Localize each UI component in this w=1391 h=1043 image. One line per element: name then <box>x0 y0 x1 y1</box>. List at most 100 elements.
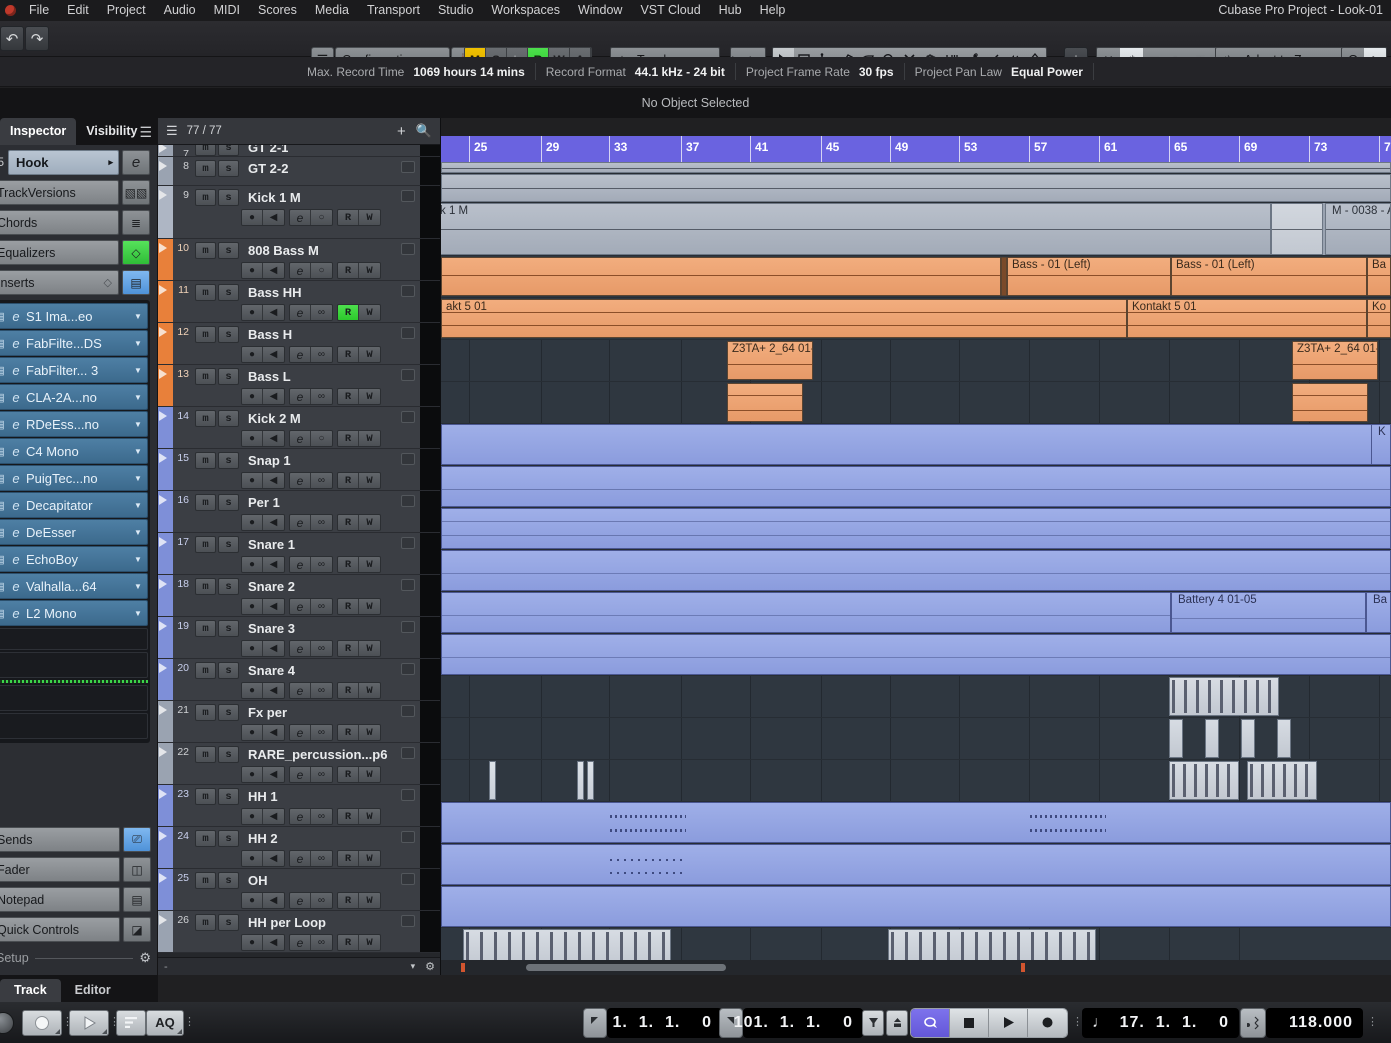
monitor-button[interactable]: ◀ <box>263 599 284 614</box>
edit-channel-button[interactable]: e <box>290 210 311 225</box>
track-lane[interactable]: Z3TA+ 2_64 01- Z3TA+ 2_64 01- <box>441 340 1391 382</box>
chevron-down-icon[interactable]: ▼ <box>129 609 147 618</box>
stereo-channel-icon[interactable]: ∞ <box>311 599 332 614</box>
track-list-icon[interactable]: ☰ <box>166 123 178 139</box>
mute-button[interactable]: m <box>195 284 216 301</box>
solo-button[interactable]: s <box>218 160 239 177</box>
bypass-icon[interactable]: ▤ <box>0 526 8 539</box>
table-row[interactable]: 26 m s HH per Loop ● ◀ e ∞ RW <box>158 911 440 953</box>
track-name[interactable]: Bass H <box>248 327 292 342</box>
track-name[interactable]: Fx per <box>248 705 287 720</box>
record-enable-button[interactable]: ● <box>242 473 263 488</box>
insert-slot-empty[interactable] <box>0 652 148 678</box>
bypass-icon[interactable]: ▤ <box>0 310 8 323</box>
record-enable-button[interactable]: ● <box>242 305 263 320</box>
monitor-button[interactable]: ◀ <box>263 683 284 698</box>
chevron-down-icon[interactable]: ▼ <box>129 555 147 564</box>
audio-clip[interactable] <box>441 162 1391 173</box>
table-row[interactable]: 16 m s Per 1 ● ◀ e ∞ RW <box>158 491 440 533</box>
solo-button[interactable]: s <box>218 284 239 301</box>
left-locator-display[interactable]: 1. 1. 1. 0 <box>607 1007 722 1038</box>
table-row[interactable]: 10 m s 808 Bass M ● ◀ e ○ RW <box>158 239 440 281</box>
mute-button[interactable]: m <box>195 242 216 259</box>
record-enable-button[interactable]: ● <box>242 767 263 782</box>
menu-item-media[interactable]: Media <box>306 0 358 21</box>
automation-pad[interactable] <box>401 369 415 381</box>
stereo-channel-icon[interactable]: ∞ <box>311 851 332 866</box>
left-locator-icon[interactable] <box>583 1007 607 1038</box>
mute-button[interactable]: m <box>195 536 216 553</box>
monitor-button[interactable]: ◀ <box>263 515 284 530</box>
solo-button[interactable]: s <box>218 872 239 889</box>
table-row[interactable]: 18 m s Snare 2 ● ◀ e ∞ RW <box>158 575 440 617</box>
monitor-button[interactable]: ◀ <box>263 263 284 278</box>
monitor-button[interactable]: ◀ <box>263 725 284 740</box>
track-list-scroll[interactable]: 7 m s GT 2-1 8 m s GT 2-2 9 m s Kick 1 M… <box>158 145 440 957</box>
mute-button[interactable]: m <box>195 145 216 156</box>
table-row[interactable]: 13 m s Bass L ● ◀ e ∞ RW <box>158 365 440 407</box>
midi-part[interactable]: Bass - 01 (Left) <box>1171 257 1367 296</box>
write-automation-button[interactable]: W <box>359 305 380 320</box>
solo-button[interactable]: s <box>218 494 239 511</box>
monitor-button[interactable]: ◀ <box>263 935 284 950</box>
monitor-button[interactable]: ◀ <box>263 767 284 782</box>
edit-channel-button[interactable]: e <box>290 557 311 572</box>
mono-channel-icon[interactable]: ○ <box>311 263 332 278</box>
gear-icon[interactable]: ⚙ <box>139 950 151 966</box>
read-automation-button[interactable]: R <box>338 347 359 362</box>
solo-button[interactable]: s <box>218 578 239 595</box>
automation-pad[interactable] <box>401 495 415 507</box>
stereo-channel-icon[interactable]: ∞ <box>311 641 332 656</box>
record-button[interactable] <box>1028 1008 1067 1037</box>
edit-icon[interactable]: e <box>8 552 24 567</box>
track-lane[interactable] <box>441 550 1391 592</box>
mute-button[interactable]: m <box>195 620 216 637</box>
tab-inspector[interactable]: Inspector <box>0 118 77 145</box>
automation-pad[interactable] <box>401 453 415 465</box>
audio-clip[interactable] <box>1169 677 1279 716</box>
edit-icon[interactable]: e <box>8 579 24 594</box>
tab-track[interactable]: Track <box>0 979 61 1002</box>
stereo-channel-icon[interactable]: ∞ <box>311 725 332 740</box>
automation-pad[interactable] <box>401 621 415 633</box>
inspector-section-trackversions[interactable]: TrackVersions ▧▧ <box>0 180 150 205</box>
record-enable-button[interactable]: ● <box>242 893 263 908</box>
read-automation-button[interactable]: R <box>338 515 359 530</box>
automation-pad[interactable] <box>401 243 415 255</box>
record-enable-button[interactable]: ● <box>242 809 263 824</box>
stereo-channel-icon[interactable]: ∞ <box>311 935 332 950</box>
bypass-icon[interactable]: ▤ <box>0 391 8 404</box>
write-automation-button[interactable]: W <box>359 515 380 530</box>
midi-part[interactable] <box>441 634 1391 675</box>
bypass-diamond-icon[interactable]: ◇ <box>104 276 118 289</box>
table-row[interactable]: 23 m s HH 1 ● ◀ e ∞ RW <box>158 785 440 827</box>
monitor-button[interactable]: ◀ <box>263 473 284 488</box>
audio-clip[interactable] <box>587 761 594 800</box>
chevron-down-icon[interactable]: ▼ <box>129 420 147 429</box>
write-automation-button[interactable]: W <box>359 431 380 446</box>
midi-part[interactable] <box>441 886 1391 927</box>
menu-item-project[interactable]: Project <box>98 0 155 21</box>
stereo-channel-icon[interactable]: ∞ <box>311 305 332 320</box>
midi-part[interactable] <box>441 802 1391 843</box>
stereo-channel-icon[interactable]: ∞ <box>311 893 332 908</box>
menu-item-hub[interactable]: Hub <box>710 0 751 21</box>
insert-slot[interactable]: ▤ e FabFilter... 3 ▼ <box>0 357 148 383</box>
edit-icon[interactable]: e <box>8 390 24 405</box>
automation-pad[interactable] <box>401 579 415 591</box>
monitor-button[interactable]: ◀ <box>263 809 284 824</box>
read-automation-button[interactable]: R <box>338 641 359 656</box>
menu-item-workspaces[interactable]: Workspaces <box>482 0 569 21</box>
play-button[interactable] <box>989 1008 1028 1037</box>
mute-button[interactable]: m <box>195 410 216 427</box>
track-lane[interactable] <box>441 844 1391 886</box>
monitor-button[interactable]: ◀ <box>263 893 284 908</box>
midi-part[interactable]: Bass - 01 (Left) <box>1007 257 1171 296</box>
track-lane[interactable]: Battery 4 01-05 Ba <box>441 592 1391 634</box>
edit-channel-button[interactable]: e <box>290 515 311 530</box>
track-name[interactable]: GT 2-2 <box>248 161 288 176</box>
solo-button[interactable]: s <box>218 452 239 469</box>
write-automation-button[interactable]: W <box>359 473 380 488</box>
stereo-channel-icon[interactable]: ∞ <box>311 557 332 572</box>
inspector-section-notepad[interactable]: Notepad ▤ <box>0 887 151 912</box>
